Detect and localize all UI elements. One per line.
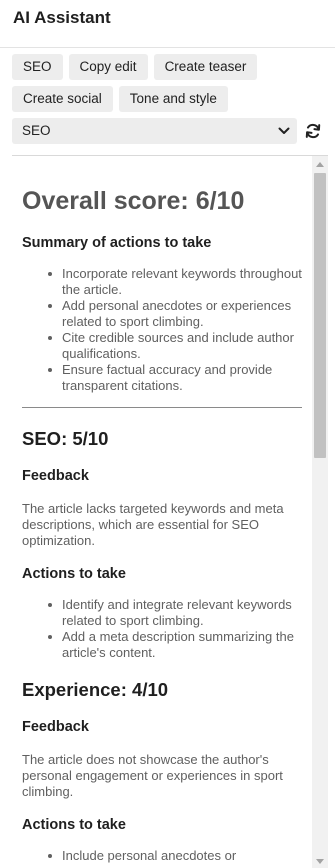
tone-and-style-button[interactable]: Tone and style bbox=[118, 86, 228, 112]
seo-feedback-text: The article lacks targeted keywords and … bbox=[22, 501, 284, 548]
refresh-button[interactable] bbox=[303, 121, 323, 141]
create-social-button[interactable]: Create social bbox=[12, 86, 113, 112]
seo-feedback-heading: Feedback bbox=[22, 468, 89, 484]
summary-item: Ensure factual accuracy and provide tran… bbox=[48, 362, 310, 394]
chevron-down-icon bbox=[278, 127, 290, 134]
summary-list: Incorporate relevant keywords throughout… bbox=[48, 266, 310, 394]
seo-score-heading: SEO: 5/10 bbox=[22, 428, 109, 449]
results-scrollbar[interactable] bbox=[312, 156, 328, 868]
mode-select[interactable]: SEO bbox=[12, 118, 298, 144]
seo-actions-heading: Actions to take bbox=[22, 566, 126, 582]
mode-select-value: SEO bbox=[22, 123, 51, 138]
summary-item: Cite credible sources and include author… bbox=[48, 330, 310, 362]
experience-score-heading: Experience: 4/10 bbox=[22, 679, 169, 700]
scroll-up-arrow-icon[interactable] bbox=[316, 162, 324, 167]
results-frame: Overall score: 6/10 Summary of actions t… bbox=[12, 155, 328, 868]
action-row-1: SEO Copy edit Create teaser bbox=[12, 54, 323, 80]
copy-edit-button[interactable]: Copy edit bbox=[68, 54, 148, 80]
action-toolbar: SEO Copy edit Create teaser Create socia… bbox=[0, 48, 335, 144]
create-teaser-button[interactable]: Create teaser bbox=[153, 54, 258, 80]
scrollbar-thumb[interactable] bbox=[314, 173, 326, 458]
ai-assistant-panel: AI Assistant SEO Copy edit Create teaser… bbox=[0, 0, 335, 868]
section-divider bbox=[22, 407, 302, 408]
experience-action-item: Include personal anecdotes or bbox=[48, 848, 310, 864]
refresh-icon bbox=[305, 123, 321, 139]
seo-actions-list: Identify and integrate relevant keywords… bbox=[48, 597, 310, 661]
panel-title: AI Assistant bbox=[13, 8, 111, 27]
experience-feedback-heading: Feedback bbox=[22, 719, 89, 735]
seo-action-item: Add a meta description summarizing the a… bbox=[48, 629, 310, 661]
experience-actions-heading: Actions to take bbox=[22, 817, 126, 833]
summary-heading: Summary of actions to take bbox=[22, 235, 212, 251]
experience-actions-list: Include personal anecdotes or bbox=[48, 848, 310, 864]
summary-item: Add personal anecdotes or experiences re… bbox=[48, 298, 310, 330]
results-content: Overall score: 6/10 Summary of actions t… bbox=[12, 156, 310, 868]
seo-button[interactable]: SEO bbox=[12, 54, 63, 80]
scroll-down-arrow-icon[interactable] bbox=[316, 859, 324, 864]
mode-select-row: SEO bbox=[12, 118, 323, 144]
panel-header: AI Assistant bbox=[0, 0, 335, 48]
overall-score: Overall score: 6/10 bbox=[22, 187, 245, 215]
seo-action-item: Identify and integrate relevant keywords… bbox=[48, 597, 310, 629]
experience-feedback-text: The article does not showcase the author… bbox=[22, 752, 283, 799]
action-row-2: Create social Tone and style bbox=[12, 86, 323, 112]
summary-item: Incorporate relevant keywords throughout… bbox=[48, 266, 310, 298]
